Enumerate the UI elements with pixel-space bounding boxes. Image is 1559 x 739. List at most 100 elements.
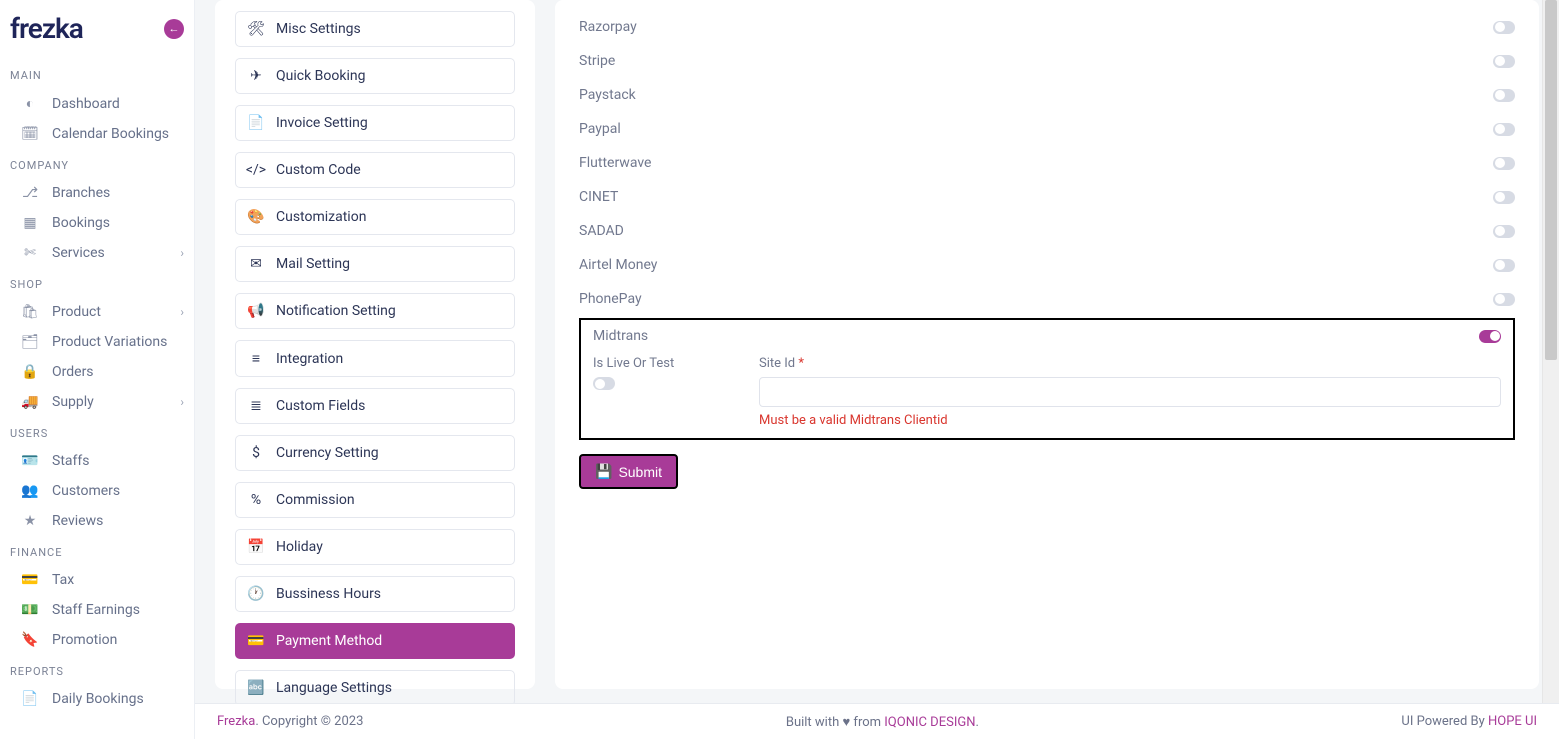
customers-icon: 👥 xyxy=(22,483,38,499)
staffs-icon: 🪪 xyxy=(22,453,38,469)
vertical-scrollbar[interactable]: ▲ xyxy=(1542,0,1559,739)
sidebar-item-product[interactable]: 🛍Product› xyxy=(0,297,194,327)
sidebar-item-tax[interactable]: 💳Tax xyxy=(0,565,194,595)
sadad-toggle[interactable] xyxy=(1493,225,1515,238)
payment-name: Stripe xyxy=(579,53,615,69)
settings-item-language-settings[interactable]: 🔤Language Settings xyxy=(235,670,515,706)
settings-item-label: Misc Settings xyxy=(276,21,361,37)
payment-method-panel: RazorpayStripePaystackPaypalFlutterwaveC… xyxy=(555,0,1539,689)
payment-name: CINET xyxy=(579,189,618,205)
settings-item-label: Payment Method xyxy=(276,633,382,649)
sidebar-section-label: USERS xyxy=(0,417,194,446)
custom-code-icon: </> xyxy=(248,162,264,178)
payment-name: Razorpay xyxy=(579,19,637,35)
sidebar-item-bookings[interactable]: ▦ Bookings xyxy=(0,208,194,238)
services-icon: ✄ xyxy=(22,245,38,261)
settings-item-custom-code[interactable]: </> Custom Code xyxy=(235,152,515,188)
settings-item-label: Bussiness Hours xyxy=(276,586,381,602)
arrow-left-icon: ← xyxy=(169,22,180,35)
stripe-toggle[interactable] xyxy=(1493,55,1515,68)
razorpay-toggle[interactable] xyxy=(1493,21,1515,34)
cinet-toggle[interactable] xyxy=(1493,191,1515,204)
bookings-icon: ▦ xyxy=(22,215,38,231)
sidebar-item-staffs[interactable]: 🪪 Staffs xyxy=(0,446,194,476)
nav-label: Staffs xyxy=(52,453,184,469)
sidebar-item-orders[interactable]: 🔒 Orders xyxy=(0,357,194,387)
nav-label: Services xyxy=(52,245,166,261)
payment-name: Flutterwave xyxy=(579,155,651,171)
nav-label: Supply xyxy=(52,394,166,410)
payment-name: PhonePay xyxy=(579,291,642,307)
payment-row-stripe: Stripe xyxy=(579,44,1515,78)
settings-item-commission[interactable]: %Commission xyxy=(235,482,515,518)
settings-item-payment-method[interactable]: 💳 Payment Method xyxy=(235,623,515,659)
sidebar-item-branches[interactable]: ⎇Branches xyxy=(0,178,194,208)
sidebar-item-product-variations[interactable]: 🗂Product Variations xyxy=(0,327,194,357)
sidebar-item-calendar-bookings[interactable]: 🗓Calendar Bookings xyxy=(0,119,194,149)
sidebar-item-customers[interactable]: 👥Customers xyxy=(0,476,194,506)
holiday-icon: 📅 xyxy=(248,539,264,555)
sidebar-item-staff-earnings[interactable]: 💵Staff Earnings xyxy=(0,595,194,625)
paystack-toggle[interactable] xyxy=(1493,89,1515,102)
sidebar-item-reviews[interactable]: ★Reviews xyxy=(0,506,194,536)
chevron-right-icon: › xyxy=(180,395,184,409)
live-or-test-toggle[interactable] xyxy=(593,377,615,390)
promotion-icon: 🔖 xyxy=(22,632,38,648)
midtrans-box: Midtrans Is Live Or Test Site Id * xyxy=(579,318,1515,440)
settings-item-customization[interactable]: 🎨Customization xyxy=(235,199,515,235)
airtel-money-toggle[interactable] xyxy=(1493,259,1515,272)
nav-label: Branches xyxy=(52,185,184,201)
settings-item-label: Custom Code xyxy=(276,162,361,178)
submit-button[interactable]: 💾 Submit xyxy=(579,454,678,489)
settings-item-notification-setting[interactable]: 📢Notification Setting xyxy=(235,293,515,329)
sidebar-item-supply[interactable]: 🚚Supply› xyxy=(0,387,194,417)
site-id-input[interactable] xyxy=(759,377,1501,407)
nav-label: Daily Bookings xyxy=(52,691,184,707)
settings-item-bussiness-hours[interactable]: 🕐 Bussiness Hours xyxy=(235,576,515,612)
payment-row-sadad: SADAD xyxy=(579,214,1515,248)
settings-item-custom-fields[interactable]: ≣Custom Fields xyxy=(235,388,515,424)
daily-bookings-icon: 📄 xyxy=(22,691,38,707)
site-id-error: Must be a valid Midtrans Clientid xyxy=(759,413,1501,428)
nav-label: Bookings xyxy=(52,215,184,231)
main-area: 🛠Misc Settings ✈Quick Booking 📄Invoice Set… xyxy=(195,0,1559,739)
sidebar-item-services[interactable]: ✄Services› xyxy=(0,238,194,268)
payment-name: Airtel Money xyxy=(579,257,657,273)
payment-method-icon: 💳 xyxy=(248,633,264,649)
payment-row-paypal: Paypal xyxy=(579,112,1515,146)
midtrans-toggle[interactable] xyxy=(1479,330,1501,343)
settings-item-label: Language Settings xyxy=(276,680,392,696)
settings-item-holiday[interactable]: 📅Holiday xyxy=(235,529,515,565)
settings-menu-panel: 🛠Misc Settings ✈Quick Booking 📄Invoice Set… xyxy=(215,0,535,689)
sidebar-section-label: COMPANY xyxy=(0,149,194,178)
settings-item-label: Integration xyxy=(276,351,343,367)
brand-logo: frezka xyxy=(10,12,83,45)
sidebar-section-label: REPORTS xyxy=(0,655,194,684)
customization-icon: 🎨 xyxy=(248,209,264,225)
phonepay-toggle[interactable] xyxy=(1493,293,1515,306)
settings-item-integration[interactable]: ≡Integration xyxy=(235,340,515,377)
sidebar-item-daily-bookings[interactable]: 📄 Daily Bookings xyxy=(0,684,194,714)
scrollbar-thumb[interactable] xyxy=(1545,0,1557,360)
nav-label: Calendar Bookings xyxy=(52,126,184,142)
nav-label: Product Variations xyxy=(52,334,184,350)
settings-item-currency-setting[interactable]: $Currency Setting xyxy=(235,435,515,471)
bussiness-hours-icon: 🕐 xyxy=(248,586,264,602)
nav-label: Dashboard xyxy=(52,96,184,112)
sidebar-collapse-button[interactable]: ← xyxy=(164,19,184,39)
nav-label: Product xyxy=(52,304,166,320)
nav-label: Orders xyxy=(52,364,184,380)
sidebar-item-dashboard[interactable]: ◐Dashboard xyxy=(0,88,194,119)
settings-item-mail-setting[interactable]: ✉Mail Setting xyxy=(235,246,515,282)
iqonic-link[interactable]: IQONIC DESIGN xyxy=(884,715,975,730)
paypal-toggle[interactable] xyxy=(1493,123,1515,136)
flutterwave-toggle[interactable] xyxy=(1493,157,1515,170)
settings-item-quick-booking[interactable]: ✈Quick Booking xyxy=(235,58,515,94)
settings-item-invoice-setting[interactable]: 📄Invoice Setting xyxy=(235,105,515,141)
hopeui-link[interactable]: HOPE UI xyxy=(1488,714,1537,729)
footer-middle: Built with ♥ from IQONIC DESIGN. xyxy=(786,714,979,730)
orders-icon: 🔒 xyxy=(22,364,38,380)
footer: Frezka. Copyright © 2023 Built with ♥ fr… xyxy=(195,703,1559,739)
settings-item-misc-settings[interactable]: 🛠Misc Settings xyxy=(235,11,515,47)
sidebar-item-promotion[interactable]: 🔖Promotion xyxy=(0,625,194,655)
